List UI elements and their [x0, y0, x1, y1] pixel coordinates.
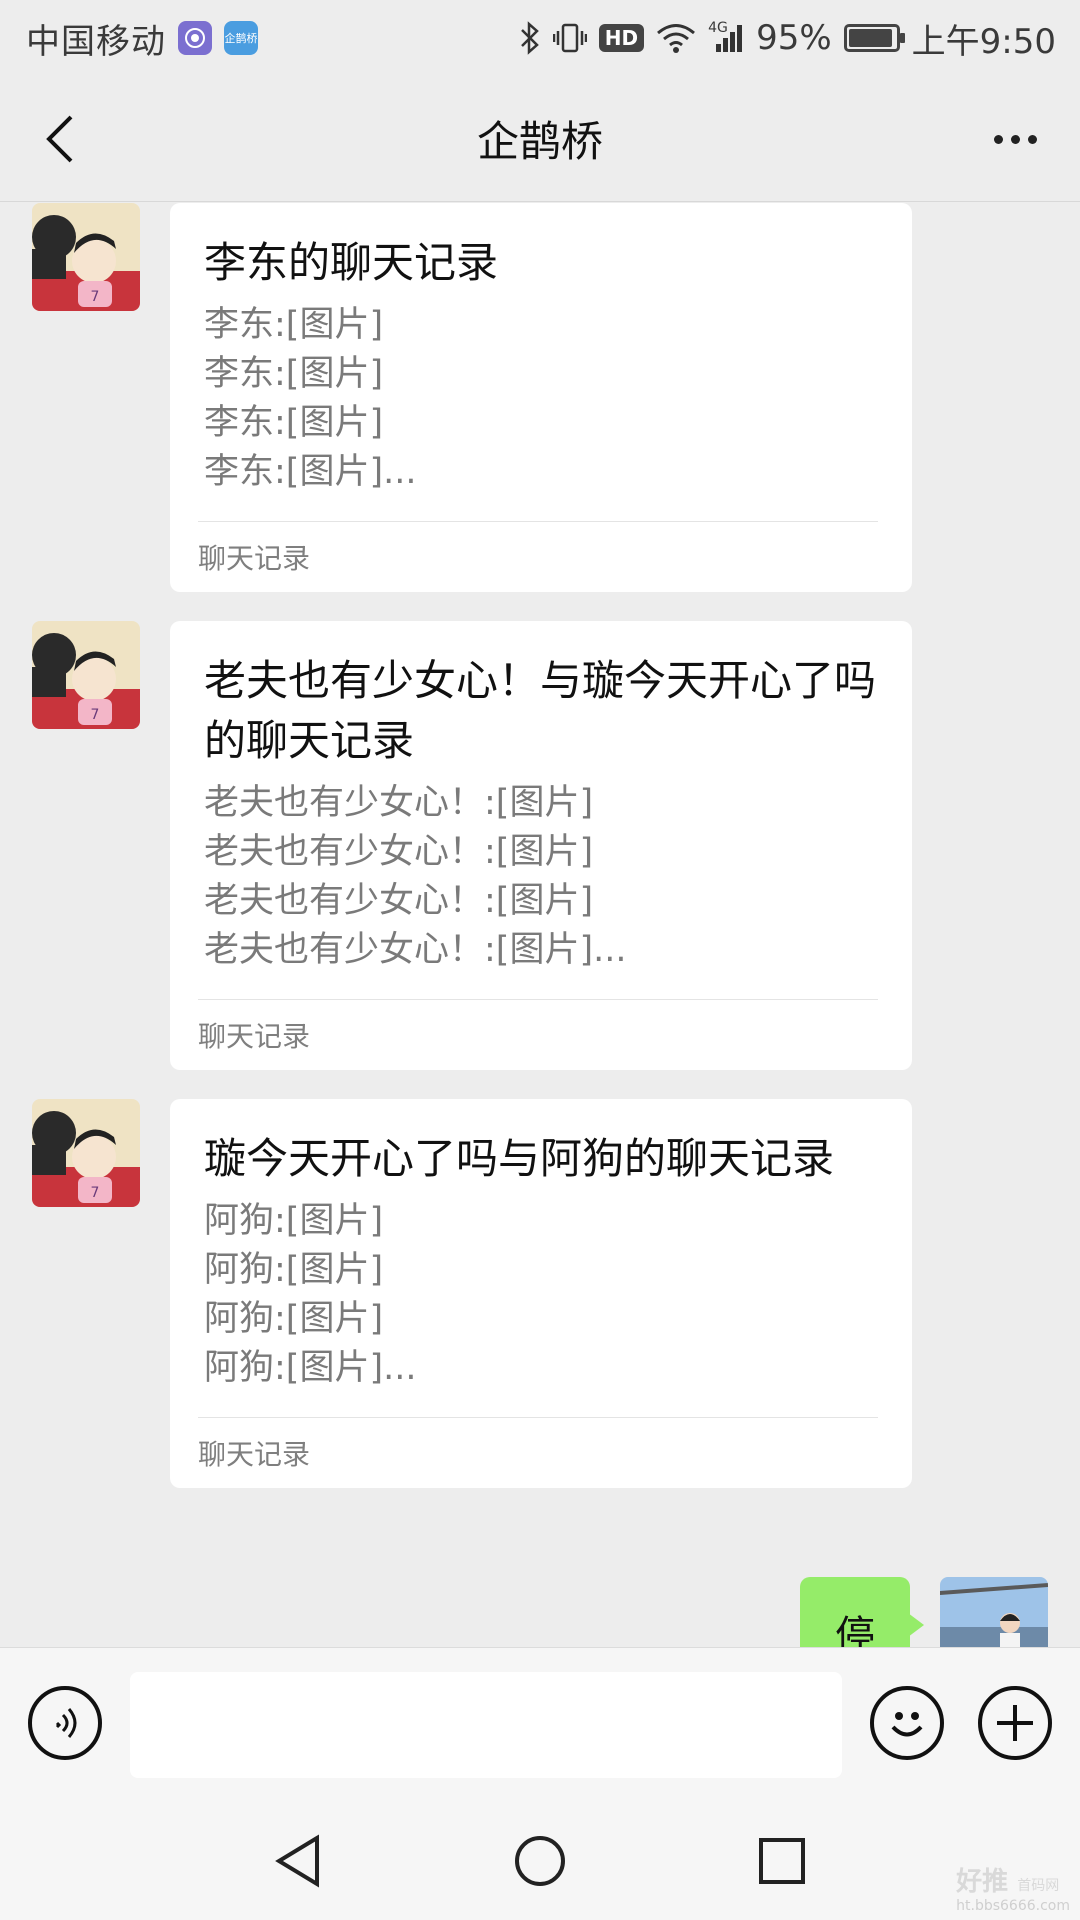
carrier-label: 中国移动 [26, 21, 166, 62]
chat-history-line: 李东:[图片] [204, 305, 384, 345]
avatar-image [940, 1577, 1048, 1647]
sender-avatar[interactable]: 7 [32, 203, 140, 311]
my-message-bubble[interactable]: 停 [800, 1577, 924, 1647]
chat-history-title: 老夫也有少女心！与璇今天开心了吗的聊天记录 [204, 656, 877, 765]
chat-history-card[interactable]: 老夫也有少女心！与璇今天开心了吗的聊天记录 老夫也有少女心！:[图片] 老夫也有… [170, 621, 912, 1070]
clock: 上午9:50 [911, 21, 1056, 62]
chat-history-title: 璇今天开心了吗与阿狗的聊天记录 [204, 1134, 835, 1183]
my-message-row: 停 [0, 1577, 1080, 1647]
hd-badge: HD [598, 24, 645, 52]
avatar-image: 7 [32, 621, 140, 729]
network-type: 4G [708, 20, 728, 36]
emoji-button[interactable] [870, 1686, 944, 1760]
chat-history-line: 老夫也有少女心！:[图片]... [204, 930, 627, 970]
watermark: 好推 首码网 ht.bbs6666.com [956, 1861, 1070, 1914]
chat-history-line: 李东:[图片] [204, 354, 384, 394]
chat-history-card[interactable]: 璇今天开心了吗与阿狗的聊天记录 阿狗:[图片] 阿狗:[图片] 阿狗:[图片] … [170, 1099, 912, 1488]
chat-messages[interactable]: 7 李东的聊天记录 李东:[图片] 李东:[图片] 李东:[图片] 李东:[图片… [0, 203, 1080, 1647]
chat-history-line: 老夫也有少女心！:[图片] [204, 881, 594, 921]
message-input[interactable] [130, 1672, 842, 1778]
system-home-button[interactable] [510, 1831, 570, 1891]
more-dot-icon [1027, 134, 1037, 144]
chat-history-line: 阿狗:[图片] [204, 1299, 384, 1339]
my-avatar[interactable] [940, 1577, 1048, 1647]
wifi-icon [656, 22, 696, 54]
app-badge-text: 企鹊桥 [224, 32, 258, 45]
more-dot-icon [993, 134, 1003, 144]
watermark-sub: 首码网 [1017, 1878, 1060, 1894]
triangle-back-icon [275, 1834, 319, 1888]
more-functions-button[interactable] [978, 1686, 1052, 1760]
chat-header: 企鹊桥 [0, 76, 1080, 202]
input-bar [0, 1647, 1080, 1803]
sender-avatar[interactable]: 7 [32, 1099, 140, 1207]
system-recents-button[interactable] [752, 1831, 812, 1891]
my-message-text: 停 [835, 1613, 875, 1647]
more-options-button[interactable] [980, 109, 1050, 169]
notification-app-icon [178, 21, 212, 55]
battery-icon [843, 24, 905, 52]
chat-history-line: 阿狗:[图片]... [204, 1348, 417, 1388]
chat-history-line: 老夫也有少女心！:[图片] [204, 783, 594, 823]
chat-history-line: 李东:[图片] [204, 403, 384, 443]
watermark-url: ht.bbs6666.com [956, 1898, 1070, 1914]
svg-text:7: 7 [91, 289, 100, 305]
chat-history-line: 老夫也有少女心！:[图片] [204, 832, 594, 872]
status-right: HD 4G 95% 上午9:50 [519, 14, 1056, 63]
chat-history-title: 李东的聊天记录 [204, 238, 499, 287]
svg-text:7: 7 [91, 707, 100, 723]
chevron-left-icon [46, 115, 73, 163]
plus-icon [997, 1705, 1033, 1741]
more-dot-icon [1010, 134, 1020, 144]
back-button[interactable] [30, 106, 90, 172]
battery-fill [848, 29, 893, 47]
signal-icon: 4G [708, 20, 744, 54]
watermark-main: 好推 [956, 1867, 1009, 1897]
chat-history-line: 阿狗:[图片] [204, 1250, 384, 1290]
chat-history-line: 阿狗:[图片] [204, 1201, 384, 1241]
smiley-icon [891, 1712, 923, 1737]
chat-history-card[interactable]: 李东的聊天记录 李东:[图片] 李东:[图片] 李东:[图片] 李东:[图片].… [170, 203, 912, 592]
status-bar: 中国移动 企鹊桥 HD 4G 95% 上午9:50 [0, 0, 1080, 76]
avatar-image: 7 [32, 203, 140, 311]
svg-text:7: 7 [91, 1185, 100, 1201]
voice-input-button[interactable] [28, 1686, 102, 1760]
system-back-button[interactable] [268, 1831, 328, 1891]
status-left: 中国移动 企鹊桥 [26, 14, 258, 63]
system-navigation-bar: 好推 首码网 ht.bbs6666.com [0, 1803, 1080, 1920]
qiqueqiao-app-badge: 企鹊桥 [224, 21, 258, 55]
chat-history-footer: 聊天记录 [198, 542, 311, 575]
voice-icon [55, 1708, 77, 1738]
circle-home-icon [515, 1836, 565, 1886]
square-recents-icon [759, 1838, 805, 1884]
chat-history-footer: 聊天记录 [198, 1020, 311, 1053]
chat-title: 企鹊桥 [476, 117, 603, 166]
bluetooth-icon [519, 21, 541, 55]
vibrate-icon [552, 21, 587, 55]
sender-avatar[interactable]: 7 [32, 621, 140, 729]
battery-percent: 95% [756, 18, 832, 58]
chat-history-footer: 聊天记录 [198, 1438, 311, 1471]
avatar-image: 7 [32, 1099, 140, 1207]
chat-history-line: 李东:[图片]... [204, 452, 417, 492]
